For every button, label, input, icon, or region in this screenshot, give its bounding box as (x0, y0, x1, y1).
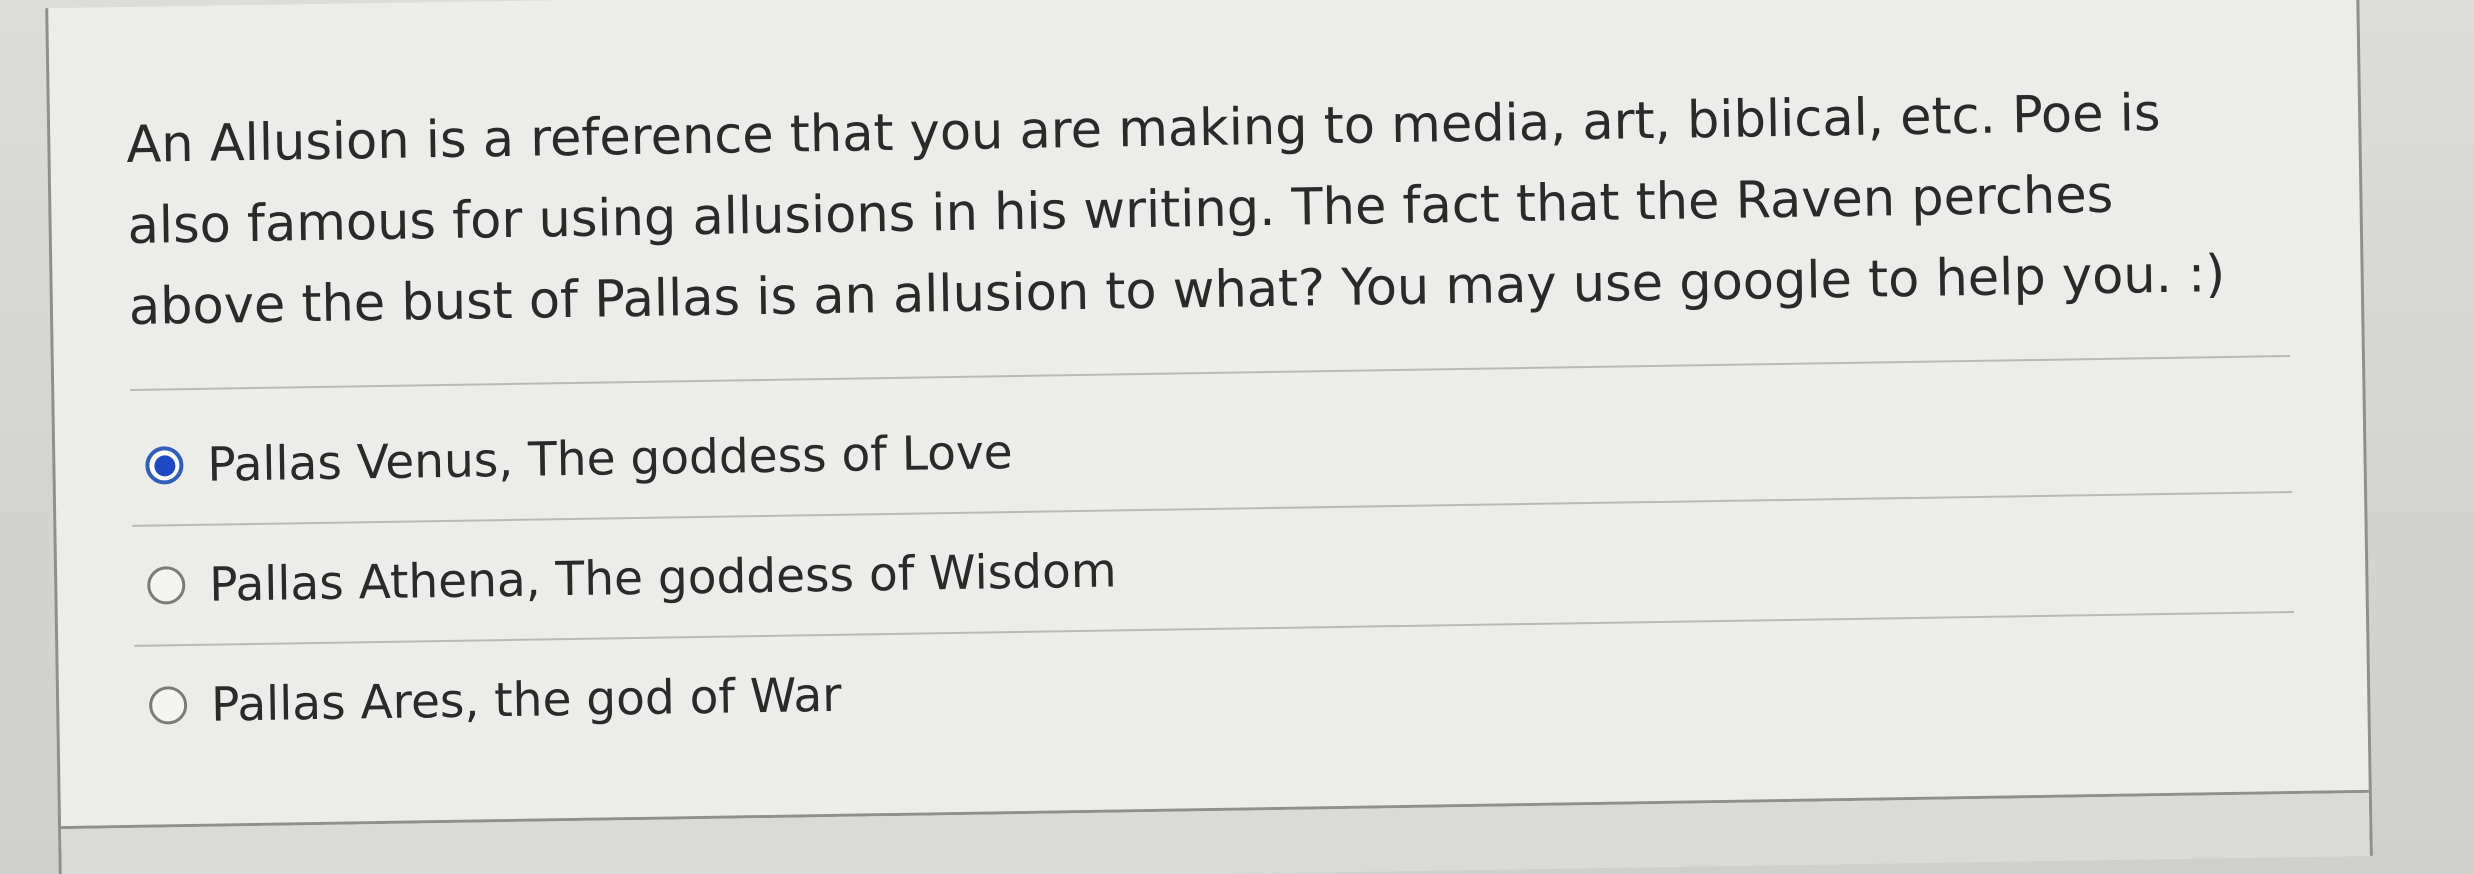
radio-button-icon[interactable] (146, 566, 186, 605)
answer-option-label[interactable]: Pallas Venus, The goddess of Love (207, 425, 1013, 493)
answer-option-label[interactable]: Pallas Athena, The goddess of Wisdom (209, 543, 1117, 612)
radio-button-icon[interactable] (148, 686, 188, 725)
radio-button-selected-icon[interactable] (145, 446, 184, 485)
answer-options: Pallas Venus, The goddess of Love Pallas… (130, 373, 2295, 765)
screen: An Allusion is a reference that you are … (0, 0, 2474, 874)
outer-background (61, 792, 2370, 874)
question-card: An Allusion is a reference that you are … (45, 0, 2373, 874)
question-text: An Allusion is a reference that you are … (125, 84, 2226, 337)
answer-option-label[interactable]: Pallas Ares, the god of War (211, 667, 842, 732)
